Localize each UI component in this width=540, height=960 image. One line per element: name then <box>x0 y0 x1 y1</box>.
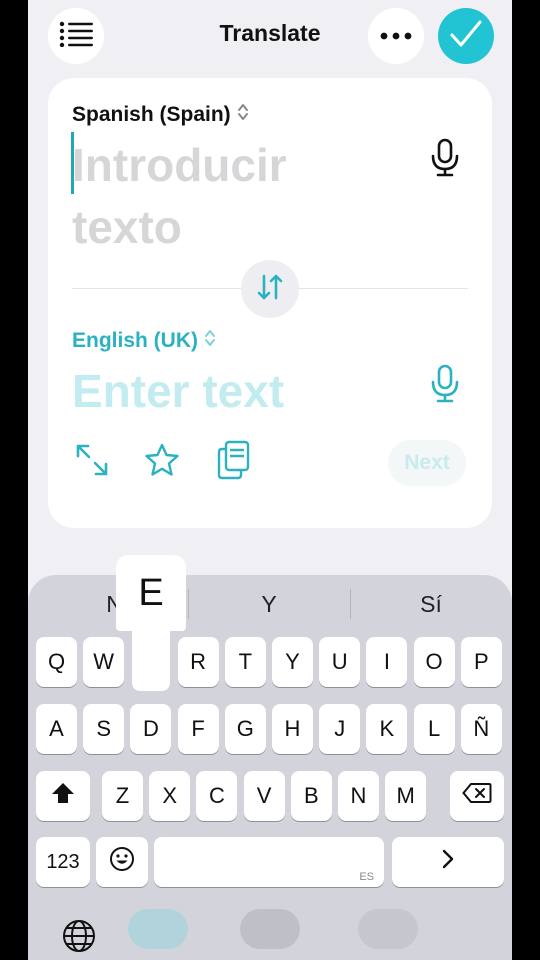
key-j[interactable]: J <box>319 704 361 754</box>
key-z[interactable]: Z <box>102 771 143 821</box>
key-l[interactable]: L <box>413 704 455 754</box>
star-icon <box>143 442 181 483</box>
source-language-selector[interactable]: Spanish (Spain) <box>72 102 249 128</box>
key-h[interactable]: H <box>272 704 313 754</box>
source-language-label: Spanish (Spain) <box>72 103 231 126</box>
globe-button[interactable] <box>62 919 96 958</box>
copy-button[interactable] <box>214 440 254 485</box>
delete-key[interactable] <box>450 771 504 821</box>
suggestion-item[interactable]: Y <box>234 591 304 618</box>
next-button[interactable]: Next <box>388 440 466 486</box>
copy-icon <box>216 440 252 485</box>
key-y[interactable]: Y <box>272 637 313 687</box>
keyboard: No Y Sí QWRTYUIOP ASDFGHJKLÑ ZXCVBNM E 1… <box>28 555 512 960</box>
suggestion-divider <box>350 589 351 619</box>
key-preview-letter: E <box>116 555 186 631</box>
microphone-icon <box>430 138 460 182</box>
shift-icon <box>50 781 76 811</box>
emoji-icon <box>109 846 135 878</box>
key-preview-popup: E <box>116 555 186 691</box>
key-k[interactable]: K <box>366 704 408 754</box>
expand-icon <box>74 442 110 483</box>
chevron-right-icon <box>441 848 455 876</box>
key-o[interactable]: O <box>413 637 455 687</box>
key-u[interactable]: U <box>319 637 361 687</box>
key-m[interactable]: M <box>385 771 427 821</box>
key-c[interactable]: C <box>196 771 238 821</box>
chevron-up-down-icon <box>204 328 216 354</box>
microphone-icon <box>430 364 460 408</box>
key-n[interactable]: N <box>338 771 379 821</box>
key-g[interactable]: G <box>224 704 266 754</box>
key-t[interactable]: T <box>224 637 266 687</box>
key-q[interactable]: Q <box>36 637 77 687</box>
globe-icon <box>62 920 96 957</box>
more-icon <box>380 27 412 45</box>
numbers-key[interactable]: 123 <box>36 837 90 887</box>
keyboard-bottom-bar <box>28 905 512 960</box>
space-key[interactable]: ES <box>154 837 384 887</box>
source-mic-button[interactable] <box>430 138 460 183</box>
blurred-tab-item <box>128 909 188 949</box>
more-button[interactable] <box>368 8 424 64</box>
key-f[interactable]: F <box>177 704 219 754</box>
shift-key[interactable] <box>36 771 90 821</box>
key-preview-stem <box>132 629 170 691</box>
key-i[interactable]: I <box>366 637 408 687</box>
key-v[interactable]: V <box>243 771 285 821</box>
suggestion-item[interactable]: Sí <box>396 591 466 618</box>
expand-button[interactable] <box>72 442 112 482</box>
translation-card: Spanish (Spain) Introducir texto English… <box>48 78 492 528</box>
key-p[interactable]: P <box>460 637 502 687</box>
favorite-button[interactable] <box>142 442 182 482</box>
header: Translate <box>28 0 512 76</box>
suggestion-bar: No Y Sí <box>28 575 512 633</box>
blurred-tab-item <box>358 909 418 949</box>
backspace-icon <box>462 782 492 810</box>
key-a[interactable]: A <box>36 704 77 754</box>
target-text-output[interactable]: Enter text <box>72 362 284 420</box>
swap-languages-button[interactable] <box>241 260 299 318</box>
next-field-key[interactable] <box>392 837 504 887</box>
check-icon <box>450 20 482 53</box>
emoji-key[interactable] <box>96 837 148 887</box>
swap-arrows-icon <box>255 272 285 307</box>
source-text-input[interactable]: Introducir texto <box>72 134 402 258</box>
key-ñ[interactable]: Ñ <box>460 704 502 754</box>
done-button[interactable] <box>438 8 494 64</box>
target-language-label: English (UK) <box>72 329 198 352</box>
key-s[interactable]: S <box>83 704 125 754</box>
suggestion-divider <box>188 589 189 619</box>
chevron-up-down-icon <box>237 102 249 128</box>
key-x[interactable]: X <box>149 771 191 821</box>
target-mic-button[interactable] <box>430 364 460 409</box>
target-language-selector[interactable]: English (UK) <box>72 328 216 354</box>
blurred-tab-item <box>240 909 300 949</box>
space-language-label: ES <box>359 871 374 883</box>
key-b[interactable]: B <box>290 771 332 821</box>
screen: Translate Spanish (Spain) Introducir tex… <box>28 0 512 960</box>
key-d[interactable]: D <box>130 704 172 754</box>
